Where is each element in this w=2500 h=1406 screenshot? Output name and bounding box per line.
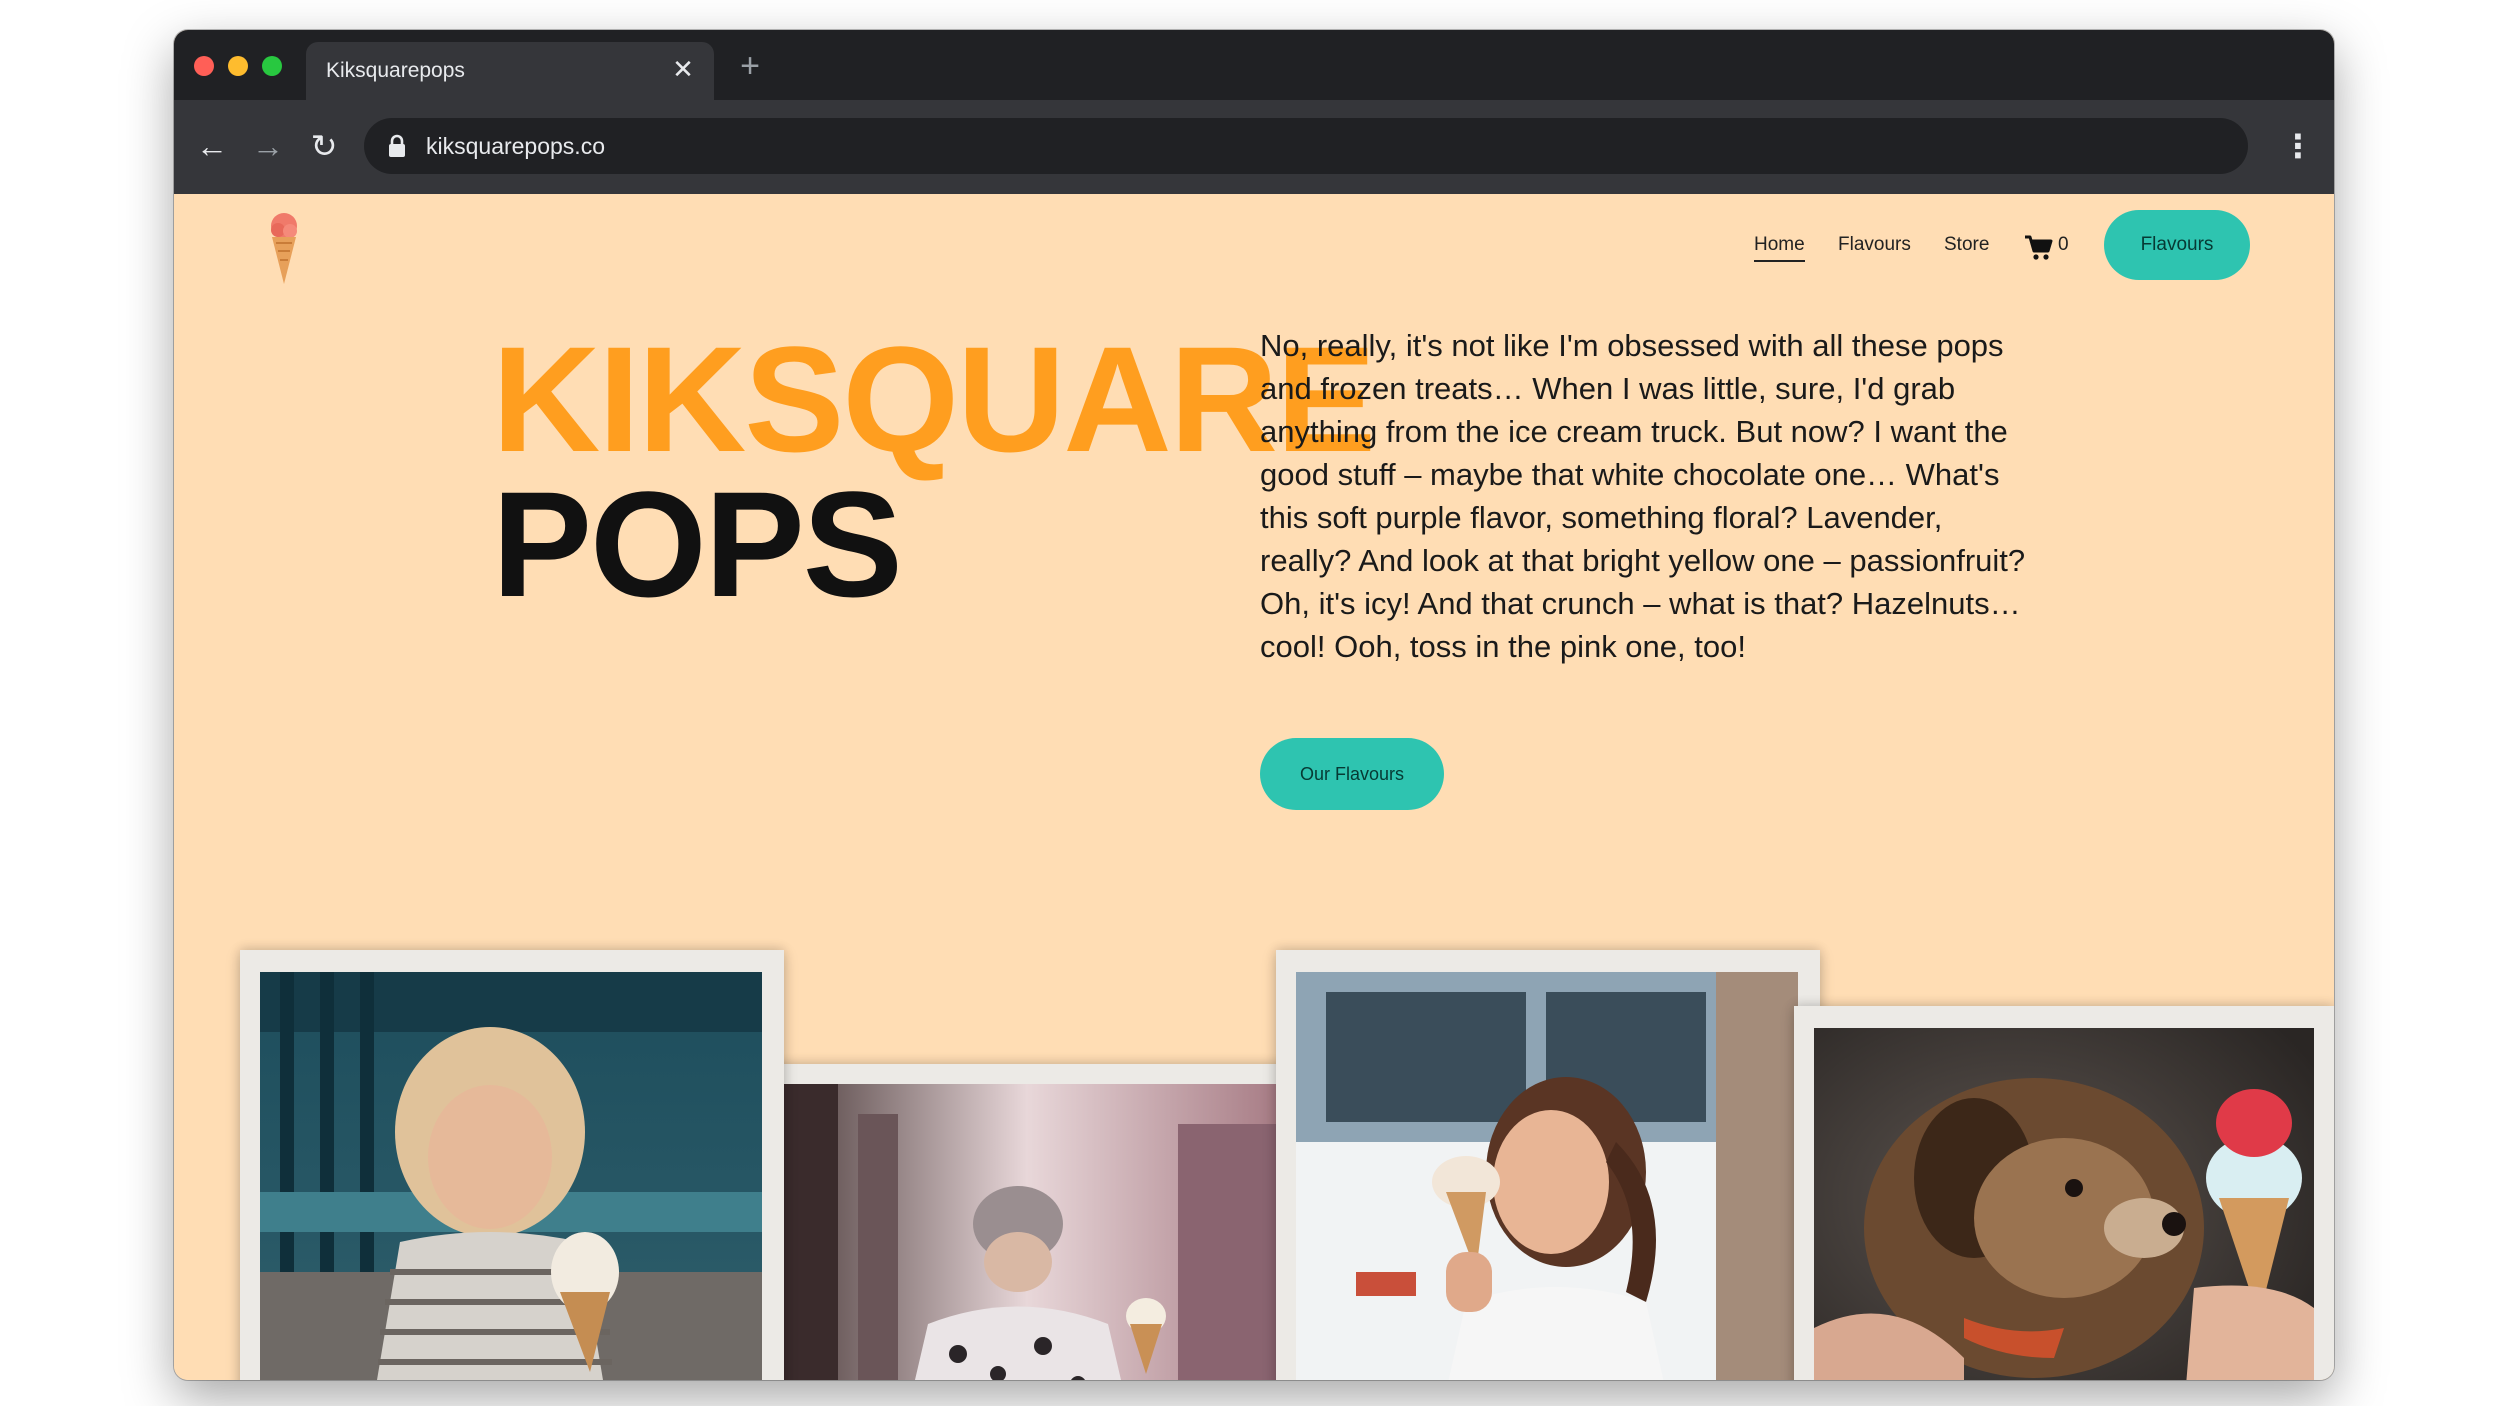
title-bar: Kiksquarepops ✕ + xyxy=(174,30,2334,100)
browser-menu-icon[interactable]: ⋮ xyxy=(2282,126,2314,166)
hero-title-line2: POPS xyxy=(492,460,903,628)
tab-title: Kiksquarepops xyxy=(326,59,465,82)
reload-icon[interactable]: ↻ xyxy=(304,126,344,166)
close-window-button[interactable] xyxy=(194,56,214,76)
forward-arrow-icon[interactable]: → xyxy=(248,126,288,166)
page-content: Home Flavours Store 0 Flavours KIKSQUARE… xyxy=(174,194,2334,1380)
photo-frame-street xyxy=(758,1064,1282,1380)
browser-toolbar: ← → ↻ kiksquarepops.co ⋮ xyxy=(174,100,2334,194)
nav-link-store[interactable]: Store xyxy=(1944,234,1989,256)
photo-child-ice-cream xyxy=(260,972,762,1380)
browser-tab[interactable]: Kiksquarepops ✕ xyxy=(306,42,714,100)
back-arrow-icon[interactable]: ← xyxy=(192,126,232,166)
maximize-window-button[interactable] xyxy=(262,56,282,76)
flavours-nav-button[interactable]: Flavours xyxy=(2104,210,2250,280)
shopping-cart-icon[interactable] xyxy=(2024,232,2054,262)
photo-street-ice-cream xyxy=(778,1084,1276,1380)
tab-close-icon[interactable]: ✕ xyxy=(668,54,698,84)
browser-window: Kiksquarepops ✕ + ← → ↻ kiksquarepops.co… xyxy=(174,30,2334,1380)
photo-frame-dog xyxy=(1794,1006,2334,1380)
cart-count: 0 xyxy=(2058,234,2069,255)
new-tab-icon[interactable]: + xyxy=(730,46,770,86)
nav-link-flavours[interactable]: Flavours xyxy=(1838,234,1911,256)
ice-cream-cone-icon[interactable] xyxy=(266,210,302,286)
minimize-window-button[interactable] xyxy=(228,56,248,76)
our-flavours-button[interactable]: Our Flavours xyxy=(1260,738,1444,810)
photo-dog-ice-cream xyxy=(1814,1028,2314,1380)
hero-intro-text: No, really, it's not like I'm obsessed w… xyxy=(1260,328,2026,664)
photo-frame-woman xyxy=(1276,950,1820,1380)
photo-woman-ice-cream xyxy=(1296,972,1798,1380)
nav-link-home[interactable]: Home xyxy=(1754,234,1805,262)
lock-icon xyxy=(389,134,405,157)
photo-frame-child xyxy=(240,950,784,1380)
url-text: kiksquarepops.co xyxy=(426,133,605,159)
address-bar[interactable]: kiksquarepops.co xyxy=(364,118,2248,174)
hero-title-line1: KIKSQUARE xyxy=(492,315,1376,483)
